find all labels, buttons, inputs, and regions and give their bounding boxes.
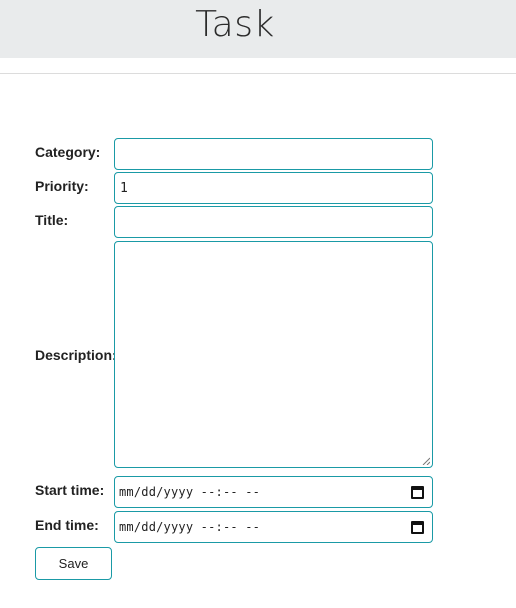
priority-input[interactable]: 1	[114, 172, 433, 204]
priority-label: Priority:	[35, 178, 89, 194]
title-label: Title:	[35, 212, 69, 228]
start-time-input[interactable]: mm/dd/yyyy --:-- --	[114, 476, 433, 508]
category-input[interactable]	[114, 138, 433, 170]
title-input[interactable]	[114, 206, 433, 238]
calendar-icon[interactable]	[411, 521, 424, 534]
start-time-label: Start time:	[35, 482, 105, 498]
calendar-icon[interactable]	[411, 486, 424, 499]
end-time-label: End time:	[35, 517, 99, 533]
priority-value: 1	[120, 181, 128, 196]
resize-grip-icon[interactable]	[422, 457, 430, 465]
description-label: Description:	[35, 347, 117, 363]
end-time-value: mm/dd/yyyy --:-- --	[119, 520, 261, 534]
category-label: Category:	[35, 144, 101, 160]
page-title: Task	[195, 4, 275, 45]
end-time-input[interactable]: mm/dd/yyyy --:-- --	[114, 511, 433, 543]
save-button[interactable]: Save	[35, 547, 112, 580]
start-time-value: mm/dd/yyyy --:-- --	[119, 485, 261, 499]
page-header: Task	[0, 0, 516, 58]
description-textarea[interactable]	[114, 241, 433, 468]
header-divider	[0, 73, 516, 74]
